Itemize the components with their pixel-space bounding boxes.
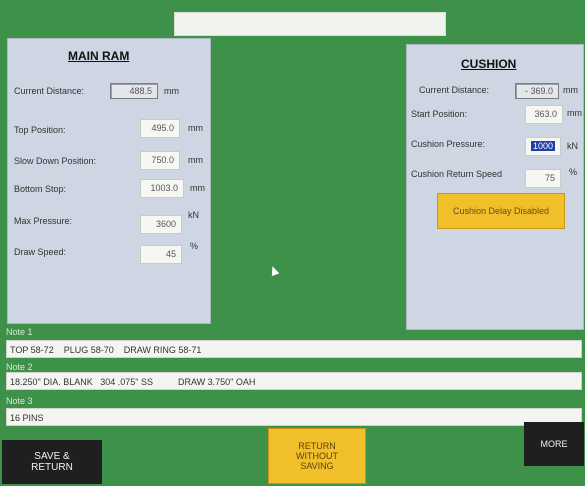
note-3-header: Note 3: [6, 396, 33, 406]
message-bar: [174, 12, 446, 36]
main-current-distance-unit: mm: [164, 86, 179, 96]
return-nosave-line-3: SAVING: [300, 461, 334, 471]
cushion-pressure-unit: kN: [567, 141, 578, 151]
bottom-stop-label: Bottom Stop:: [14, 184, 67, 194]
max-pressure-input[interactable]: 3600: [140, 215, 182, 234]
return-without-saving-button[interactable]: RETURN WITHOUT SAVING: [268, 428, 366, 484]
cushion-title: CUSHION: [461, 57, 517, 71]
note-1-header: Note 1: [6, 327, 33, 337]
cushion-panel: CUSHION Current Distance: - 369.0 mm Sta…: [406, 44, 584, 330]
top-position-unit: mm: [188, 123, 203, 133]
main-current-distance-label: Current Distance:: [14, 86, 85, 96]
note-2-field[interactable]: 18.250" DIA. BLANK 304 .075" SS DRAW 3.7…: [6, 372, 582, 390]
start-position-unit: mm: [567, 108, 582, 118]
cushion-return-speed-input[interactable]: 75: [525, 169, 561, 188]
max-pressure-label: Max Pressure:: [14, 216, 73, 226]
draw-speed-label: Draw Speed:: [14, 247, 67, 257]
save-and-return-button[interactable]: SAVE & RETURN: [2, 440, 102, 484]
slow-down-position-input[interactable]: 750.0: [140, 151, 180, 170]
main-ram-panel: MAIN RAM Current Distance: 488.5 mm Top …: [7, 38, 211, 324]
main-current-distance-value: 488.5: [110, 83, 158, 99]
top-position-input[interactable]: 495.0: [140, 119, 180, 138]
bottom-stop-input[interactable]: 1003.0: [140, 179, 184, 198]
cushion-current-distance-unit: mm: [563, 85, 578, 95]
return-nosave-line-2: WITHOUT: [296, 451, 338, 461]
draw-speed-unit: %: [190, 241, 199, 251]
cushion-delay-button[interactable]: Cushion Delay Disabled: [437, 193, 565, 229]
draw-speed-input[interactable]: 45: [140, 245, 182, 264]
cushion-pressure-label: Cushion Pressure:: [411, 139, 486, 149]
return-nosave-line-1: RETURN: [298, 441, 336, 451]
slow-down-position-unit: mm: [188, 155, 203, 165]
start-position-label: Start Position:: [411, 109, 468, 119]
more-button[interactable]: MORE: [524, 422, 584, 466]
slow-down-position-label: Slow Down Position:: [14, 156, 97, 166]
mouse-cursor-icon: [268, 264, 280, 277]
cushion-pressure-input[interactable]: 1000: [525, 137, 561, 156]
cushion-return-speed-label: Cushion Return Speed: [411, 169, 503, 179]
cushion-current-distance-value: - 369.0: [515, 83, 559, 99]
cushion-return-speed-unit: %: [569, 167, 578, 177]
top-position-label: Top Position:: [14, 125, 66, 135]
cushion-current-distance-label: Current Distance:: [419, 85, 490, 95]
save-return-line-1: SAVE &: [34, 451, 70, 462]
note-2-header: Note 2: [6, 362, 33, 372]
max-pressure-unit: kN: [188, 210, 199, 220]
hmi-screen: MAIN RAM Current Distance: 488.5 mm Top …: [0, 0, 585, 486]
note-1-field[interactable]: TOP 58-72 PLUG 58-70 DRAW RING 58-71: [6, 340, 582, 358]
main-ram-title: MAIN RAM: [68, 49, 130, 63]
cushion-pressure-value: 1000: [530, 141, 555, 151]
bottom-stop-unit: mm: [190, 183, 205, 193]
start-position-input[interactable]: 363.0: [525, 105, 563, 124]
save-return-line-2: RETURN: [31, 462, 73, 473]
note-3-field[interactable]: 16 PINS: [6, 408, 582, 426]
